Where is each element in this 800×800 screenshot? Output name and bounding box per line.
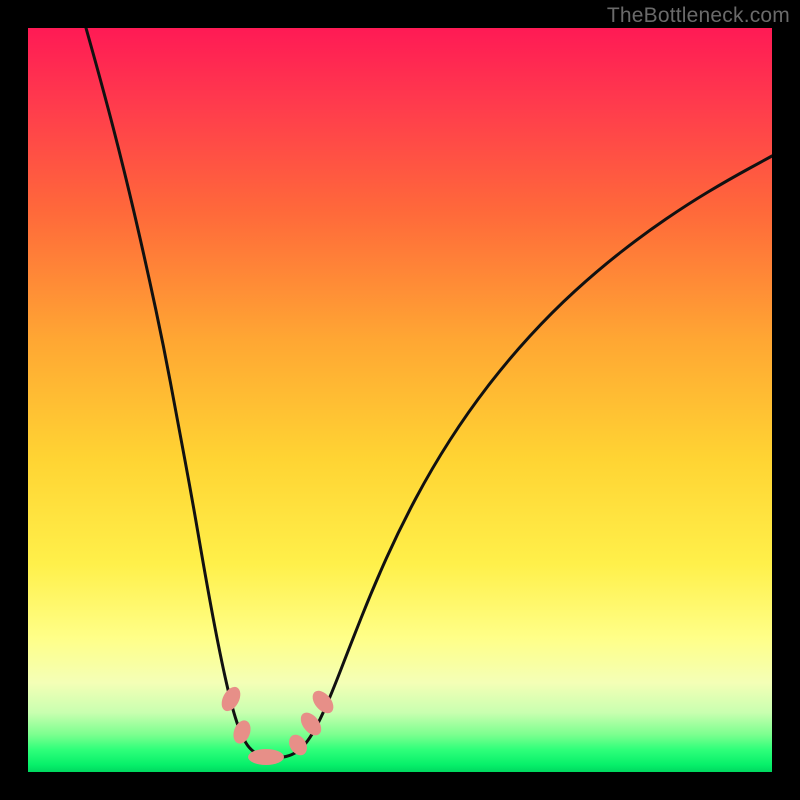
watermark-text: TheBottleneck.com — [607, 4, 790, 28]
valley-marker — [218, 684, 244, 714]
plot-area — [28, 28, 772, 772]
valley-markers — [218, 684, 338, 765]
valley-marker — [248, 749, 284, 765]
bottleneck-curve — [86, 28, 772, 758]
curve-layer — [28, 28, 772, 772]
outer-frame: TheBottleneck.com — [0, 0, 800, 800]
valley-marker — [230, 718, 253, 746]
